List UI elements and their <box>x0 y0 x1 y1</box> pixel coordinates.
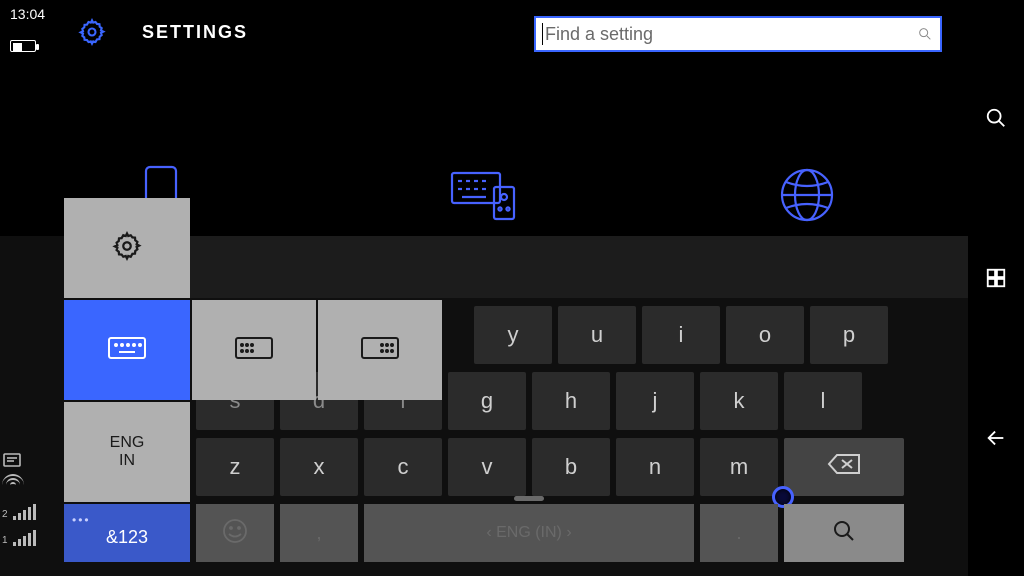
space-label: ‹ ENG (IN) › <box>486 524 571 542</box>
page-title: SETTINGS <box>142 22 248 43</box>
space-handle-icon <box>514 496 544 501</box>
key-c[interactable]: c <box>364 438 442 496</box>
language-code-bottom: IN <box>119 452 135 470</box>
suggestion-bar <box>188 236 968 298</box>
key-o[interactable]: o <box>726 306 804 364</box>
battery-icon <box>10 40 36 52</box>
key-p[interactable]: p <box>810 306 888 364</box>
gear-icon <box>112 231 142 266</box>
key-z[interactable]: z <box>196 438 274 496</box>
key-g[interactable]: g <box>448 372 526 430</box>
key-backspace[interactable] <box>784 438 904 496</box>
category-network[interactable] <box>645 150 968 240</box>
key-emoji[interactable] <box>196 504 274 562</box>
key-j[interactable]: j <box>616 372 694 430</box>
key-period[interactable]: . <box>700 504 778 562</box>
key-n[interactable]: n <box>616 438 694 496</box>
key-comma[interactable]: , <box>280 504 358 562</box>
key-b[interactable]: b <box>532 438 610 496</box>
signal-sim2-icon: 2 <box>2 500 62 520</box>
key-k[interactable]: k <box>700 372 778 430</box>
key-enter-search[interactable] <box>784 504 904 562</box>
category-devices[interactable] <box>323 150 646 240</box>
key-l[interactable]: l <box>784 372 862 430</box>
key-y[interactable]: y <box>474 306 552 364</box>
keyboard-settings-button[interactable] <box>64 198 190 298</box>
ellipsis-icon: ••• <box>72 513 91 527</box>
status-time: 13:04 <box>10 6 45 22</box>
key-v[interactable]: v <box>448 438 526 496</box>
keyboard-layout-full-selected[interactable] <box>64 300 190 400</box>
key-m[interactable]: m <box>700 438 778 496</box>
key-symbols[interactable]: ••• &123 <box>64 504 190 562</box>
signal-sim1-icon: 1 <box>2 526 62 546</box>
search-icon[interactable] <box>910 26 940 42</box>
key-x[interactable]: x <box>280 438 358 496</box>
nav-back-button[interactable] <box>968 410 1024 466</box>
key-u[interactable]: u <box>558 306 636 364</box>
notification-icon <box>2 448 62 468</box>
search-icon <box>832 519 856 548</box>
search-input[interactable]: Find a setting <box>534 16 942 52</box>
status-tray: 2 1 <box>2 448 62 546</box>
system-navbar <box>968 0 1024 576</box>
nav-start-button[interactable] <box>968 250 1024 306</box>
settings-app-icon <box>78 18 106 51</box>
keyboard-layout-right[interactable] <box>318 300 442 400</box>
backspace-icon <box>827 452 861 482</box>
search-placeholder: Find a setting <box>545 24 910 45</box>
symbols-label: &123 <box>106 527 148 548</box>
keyboard-right-icon <box>360 334 400 367</box>
keyboard-left-icon <box>234 334 274 367</box>
on-screen-keyboard: y u i o p s d f g h j k l z x c v b n m <box>0 236 968 576</box>
nav-search-button[interactable] <box>968 90 1024 146</box>
keyboard-full-icon <box>107 334 147 367</box>
keyboard-language-button[interactable]: ENG IN <box>64 402 190 502</box>
emoji-icon <box>222 518 248 549</box>
key-i[interactable]: i <box>642 306 720 364</box>
key-space[interactable]: ‹ ENG (IN) › <box>364 504 694 562</box>
language-code-top: ENG <box>110 434 145 452</box>
wifi-icon <box>2 474 62 494</box>
keyboard-layout-left[interactable] <box>192 300 316 400</box>
text-cursor <box>542 23 543 45</box>
key-h[interactable]: h <box>532 372 610 430</box>
